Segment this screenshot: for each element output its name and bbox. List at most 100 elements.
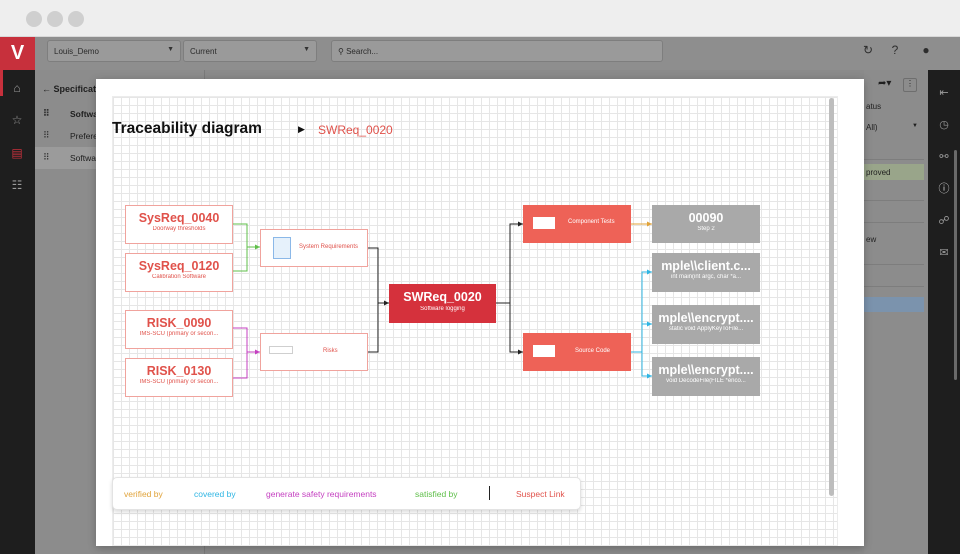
background-panel-title-text: Specificat <box>53 84 97 94</box>
version-select-value: Current <box>190 47 217 56</box>
document-icon <box>533 345 555 357</box>
user-avatar-icon[interactable]: ● <box>918 43 934 57</box>
search-icon: ⚲ <box>338 47 344 56</box>
node-label: Source Code <box>575 348 611 354</box>
node-title: mple\\encrypt.... <box>658 311 754 325</box>
star-icon[interactable]: ☆ <box>8 111 26 129</box>
project-select-value: Louis_Demo <box>54 47 99 56</box>
legend-verified-by: verified by <box>124 489 163 499</box>
document-icon <box>273 237 291 259</box>
chevron-down-icon: ▼ <box>303 46 310 53</box>
page-scrollbar[interactable] <box>954 150 957 380</box>
background-row-label: Softwa <box>70 153 96 163</box>
status-filter-select[interactable]: All) ▼ <box>864 123 918 132</box>
drag-handle-icon: ⠿ <box>43 152 50 162</box>
document-icon <box>533 217 555 229</box>
help-icon[interactable]: ? <box>887 43 903 57</box>
diagram-scrollbar[interactable] <box>829 98 834 496</box>
node-title: 00090 <box>688 211 724 225</box>
background-right-row <box>864 272 924 287</box>
history-icon[interactable]: ◷ <box>936 117 952 133</box>
node-subtitle: Calibration Software <box>151 274 207 280</box>
node-risk-0090[interactable]: RISK_0090 IMS-SCU (primary or secon... <box>125 310 233 349</box>
hierarchy-icon[interactable]: ☷ <box>8 176 26 194</box>
node-risk-0130[interactable]: RISK_0130 IMS-SCU (primary or secon... <box>125 358 233 397</box>
node-subtitle: Software logging <box>420 306 465 312</box>
diagram-title: Traceability diagram <box>112 120 262 137</box>
node-label: System Requirements <box>299 244 359 250</box>
nav-active-indicator <box>0 70 3 96</box>
breadcrumb-arrow-icon: ▶ <box>298 124 305 134</box>
view-label: ew <box>866 235 877 244</box>
app-logo[interactable]: V <box>0 37 35 70</box>
legend-covered-by: covered by <box>194 489 236 499</box>
version-select[interactable]: Current ▼ <box>183 40 317 62</box>
background-selected-row <box>864 297 924 312</box>
node-source-code[interactable]: Source Code <box>523 333 631 371</box>
share-icon[interactable]: ➦▾ <box>876 78 891 89</box>
node-title: mple\\encrypt.... <box>658 363 754 377</box>
node-sysreq-0040[interactable]: SysReq_0040 Doorway thresholds <box>125 205 233 244</box>
home-icon[interactable]: ⌂ <box>8 79 26 97</box>
search-input[interactable]: ⚲ Search... <box>331 40 663 62</box>
node-title: SWReq_0020 <box>403 290 482 304</box>
background-right-row <box>864 145 924 160</box>
legend-separator <box>489 486 490 500</box>
info-icon[interactable]: ⓘ <box>936 181 952 197</box>
background-right-row <box>864 208 924 223</box>
node-subtitle: int main(int argc, char *a... <box>670 274 742 280</box>
node-client-c[interactable]: mple\\client.c... int main(int argc, cha… <box>652 253 760 292</box>
window-close-dot[interactable] <box>26 11 42 27</box>
search-placeholder: Search... <box>346 47 379 56</box>
diagram-requirement-id[interactable]: SWReq_0020 <box>318 123 393 137</box>
legend-suspect-link: Suspect Link <box>516 489 565 499</box>
collapse-left-icon[interactable]: ⇤ <box>936 85 952 101</box>
diagram-legend: verified by covered by generate safety r… <box>112 477 581 510</box>
background-right-row <box>864 186 924 201</box>
node-subtitle: void DecodeFile(FILE *enco... <box>666 378 746 384</box>
node-swreq-0020[interactable]: SWReq_0020 Software logging <box>389 284 496 323</box>
more-options-icon[interactable]: ⋮ <box>903 78 917 92</box>
node-subtitle: static void ApplyKeyToFile... <box>668 326 744 332</box>
background-row-label: Softwa <box>70 109 98 119</box>
node-subtitle: Step 2 <box>697 226 715 232</box>
window-minimize-dot[interactable] <box>47 11 63 27</box>
node-label: Component Tests <box>568 219 615 225</box>
node-title: SysReq_0120 <box>138 259 220 273</box>
comments-icon[interactable]: ✉ <box>936 245 952 261</box>
node-subtitle: Doorway thresholds <box>152 226 206 232</box>
node-subtitle: IMS-SCU (primary or secon... <box>139 331 219 337</box>
document-icon <box>269 346 293 354</box>
refresh-icon[interactable]: ↻ <box>860 43 876 57</box>
background-panel-title: ← Specificat <box>42 84 97 94</box>
background-right-panel <box>864 70 928 554</box>
chevron-down-icon: ▼ <box>167 46 174 53</box>
node-test-00090[interactable]: 00090 Step 2 <box>652 205 760 243</box>
node-risks[interactable]: Risks <box>260 333 368 371</box>
window-zoom-dot[interactable] <box>68 11 84 27</box>
node-title: RISK_0130 <box>146 364 212 378</box>
status-filter-label: atus <box>866 102 882 111</box>
drag-handle-icon: ⠿ <box>43 130 50 140</box>
node-subtitle: IMS-SCU (primary or secon... <box>139 379 219 385</box>
legend-satisfied-by: satisfied by <box>415 489 458 499</box>
link-icon[interactable]: ☍ <box>936 213 952 229</box>
logo-letter: V <box>10 42 25 64</box>
project-select[interactable]: Louis_Demo ▼ <box>47 40 181 62</box>
background-right-row <box>864 250 924 265</box>
drag-handle-icon: ⠿ <box>43 108 50 118</box>
node-component-tests[interactable]: Component Tests <box>523 205 631 243</box>
document-icon[interactable]: ▤ <box>8 144 26 162</box>
node-system-requirements[interactable]: System Requirements <box>260 229 368 267</box>
legend-generate-safety: generate safety requirements <box>266 489 377 499</box>
attachment-icon[interactable]: ⚯ <box>936 149 952 165</box>
node-sysreq-0120[interactable]: SysReq_0120 Calibration Software <box>125 253 233 292</box>
chevron-down-icon: ▼ <box>912 123 918 129</box>
app-left-nav: ⌂ ☆ ▤ ☷ <box>0 70 35 554</box>
approved-status-badge: proved <box>864 164 924 180</box>
node-title: RISK_0090 <box>146 316 212 330</box>
node-encrypt-1[interactable]: mple\\encrypt.... static void ApplyKeyTo… <box>652 305 760 344</box>
node-title: SysReq_0040 <box>138 211 220 225</box>
node-encrypt-2[interactable]: mple\\encrypt.... void DecodeFile(FILE *… <box>652 357 760 396</box>
app-top-bar: V Louis_Demo ▼ Current ▼ ⚲ Search... ↻ ?… <box>0 37 960 70</box>
